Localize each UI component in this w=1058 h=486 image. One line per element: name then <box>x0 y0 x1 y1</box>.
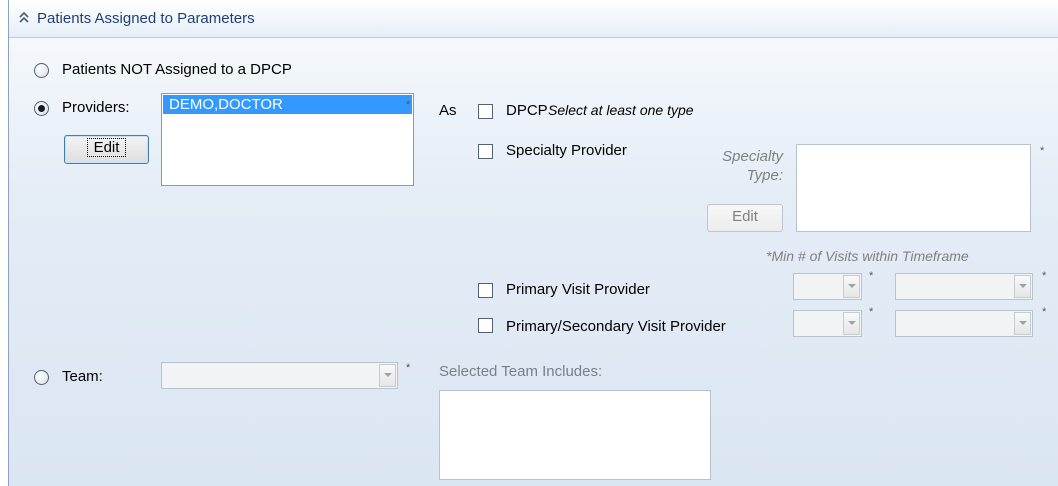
providers-listbox[interactable]: DEMO,DOCTOR <box>161 93 414 186</box>
team-select[interactable] <box>161 362 398 389</box>
primary-secondary-checkbox[interactable] <box>478 318 493 333</box>
specialty-provider-checkbox[interactable] <box>478 144 493 159</box>
team-radio[interactable] <box>34 370 49 385</box>
primary-visit-checkbox[interactable] <box>478 283 493 298</box>
specialty-type-label-line2: Type: <box>746 167 783 184</box>
not-assigned-radio[interactable] <box>34 63 49 78</box>
not-assigned-label: Patients NOT Assigned to a DPCP <box>62 61 292 78</box>
primary-secondary-count-select[interactable] <box>793 310 862 337</box>
primary-secondary-timeframe-required: * <box>1042 306 1047 318</box>
section-header[interactable]: Patients Assigned to Parameters <box>9 0 1058 38</box>
chevron-down-icon <box>843 312 860 335</box>
chevron-down-icon <box>1014 312 1031 335</box>
primary-secondary-label: Primary/Secondary Visit Provider <box>506 318 726 335</box>
section-title: Patients Assigned to Parameters <box>37 10 255 27</box>
primary-visit-label: Primary Visit Provider <box>506 281 650 298</box>
double-chevron-up-icon[interactable] <box>17 7 31 29</box>
providers-required-mark: * <box>406 99 411 111</box>
as-label: As <box>439 102 457 119</box>
team-label: Team: <box>62 368 103 385</box>
team-includes-box[interactable] <box>439 390 711 480</box>
radio-selected-dot <box>38 105 45 112</box>
dpcp-hint: Select at least one type <box>548 102 694 118</box>
specialty-type-box[interactable] <box>796 144 1031 232</box>
team-includes-label: Selected Team Includes: <box>439 363 603 380</box>
specialty-type-label-line1: Specialty <box>722 148 783 165</box>
dpcp-label: DPCP <box>506 102 548 119</box>
primary-visit-timeframe-select[interactable] <box>895 273 1033 300</box>
team-required-mark: * <box>406 362 411 374</box>
providers-radio[interactable] <box>34 101 49 116</box>
specialty-provider-label: Specialty Provider <box>506 142 627 159</box>
chevron-down-icon <box>379 364 396 387</box>
specialty-edit-label: Edit <box>732 208 758 225</box>
provider-list-item[interactable]: DEMO,DOCTOR <box>163 95 412 114</box>
providers-edit-label: Edit <box>86 138 127 157</box>
specialty-required-mark: * <box>1040 145 1045 157</box>
dpcp-checkbox[interactable] <box>478 104 493 119</box>
min-visits-label: *Min # of Visits within Timeframe <box>766 248 969 264</box>
providers-label: Providers: <box>62 99 130 116</box>
primary-secondary-count-required: * <box>869 306 874 318</box>
providers-edit-button[interactable]: Edit <box>64 135 149 164</box>
primary-visit-timeframe-required: * <box>1042 270 1047 282</box>
chevron-down-icon <box>843 275 860 298</box>
primary-secondary-timeframe-select[interactable] <box>895 310 1033 337</box>
primary-visit-count-select[interactable] <box>793 273 862 300</box>
primary-visit-count-required: * <box>869 270 874 282</box>
specialty-edit-button[interactable]: Edit <box>707 204 783 232</box>
chevron-down-icon <box>1014 275 1031 298</box>
